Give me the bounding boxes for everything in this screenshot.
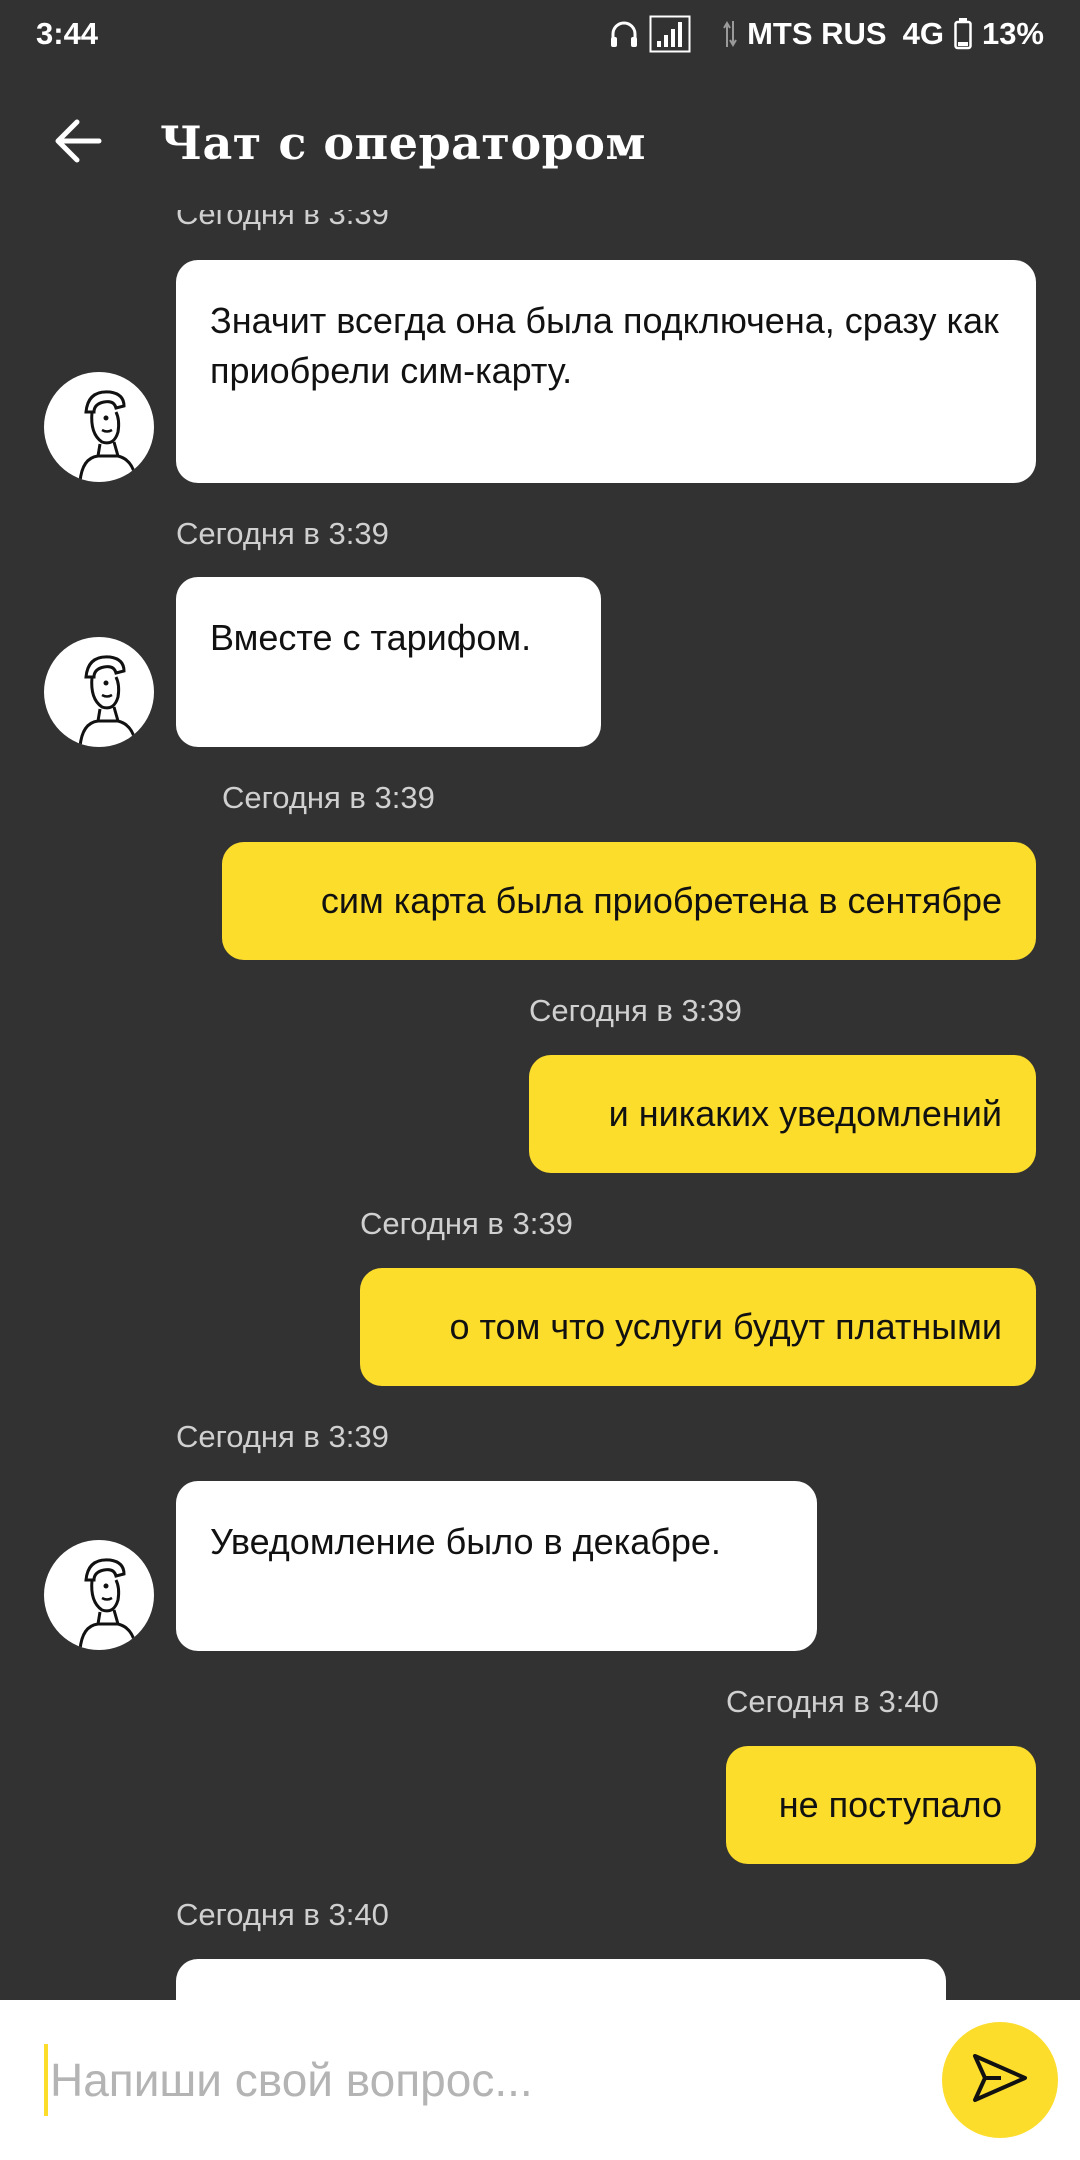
operator-message [176, 1959, 946, 2000]
operator-avatar-icon [78, 390, 138, 482]
operator-message: Значит всегда она была подключена, сразу… [176, 260, 1036, 483]
message-timestamp: Сегодня в 3:39 [176, 1419, 389, 1454]
send-icon [971, 2052, 1029, 2109]
carrier-label: MTS RUS [747, 16, 887, 51]
user-message: о том что услуги будут платными [360, 1268, 1036, 1386]
user-message: сим карта была приобретена в сентябре [222, 842, 1036, 960]
user-message: не поступало [726, 1746, 1036, 1864]
message-text: Вместе с тарифом. [210, 617, 532, 658]
status-time: 3:44 [36, 16, 99, 51]
message-text: Уведомление было в декабре. [210, 1521, 721, 1562]
message-input[interactable]: Напиши свой вопрос... [44, 2044, 924, 2116]
message-timestamp: Сегодня в 3:39 [176, 210, 389, 231]
app-bar: Чат с оператором [0, 68, 1080, 218]
battery-icon [954, 18, 972, 50]
status-icons: MTS RUS 4G 13% [609, 15, 1044, 53]
message-timestamp: Сегодня в 3:40 [726, 1684, 939, 1719]
operator-message: Уведомление было в декабре. [176, 1481, 817, 1651]
message-text: и никаких уведомлений [608, 1093, 1002, 1134]
page-title: Чат с оператором [160, 116, 646, 170]
chat-thread[interactable]: Сегодня в 3:39 Значит всегда она была по… [0, 210, 1080, 2000]
network-type: 4G [902, 16, 944, 51]
send-button[interactable] [942, 2022, 1058, 2138]
back-arrow-icon [53, 118, 103, 169]
message-timestamp: Сегодня в 3:40 [176, 1897, 389, 1932]
message-text: не поступало [778, 1784, 1002, 1825]
operator-avatar [44, 637, 154, 747]
operator-message: Вместе с тарифом. [176, 577, 601, 747]
message-composer: Напиши свой вопрос... [0, 2000, 1080, 2160]
back-button[interactable] [38, 103, 118, 183]
headphones-icon [609, 18, 639, 50]
data-arrows-icon [723, 19, 737, 49]
signal-icon [649, 15, 691, 53]
operator-avatar-icon [78, 655, 138, 747]
user-message: и никаких уведомлений [529, 1055, 1036, 1173]
message-timestamp: Сегодня в 3:39 [222, 780, 435, 815]
operator-avatar-icon [78, 1558, 138, 1650]
message-text: Значит всегда она была подключена, сразу… [210, 300, 999, 391]
operator-avatar [44, 1540, 154, 1650]
message-timestamp: Сегодня в 3:39 [360, 1206, 573, 1241]
operator-avatar [44, 372, 154, 482]
battery-percent: 13% [981, 16, 1044, 51]
message-text: сим карта была приобретена в сентябре [320, 880, 1002, 921]
status-bar: 3:44 MTS RUS 4G 13% [0, 0, 1080, 68]
message-timestamp: Сегодня в 3:39 [529, 993, 742, 1028]
message-timestamp: Сегодня в 3:39 [176, 516, 389, 551]
message-text: о том что услуги будут платными [449, 1306, 1002, 1347]
